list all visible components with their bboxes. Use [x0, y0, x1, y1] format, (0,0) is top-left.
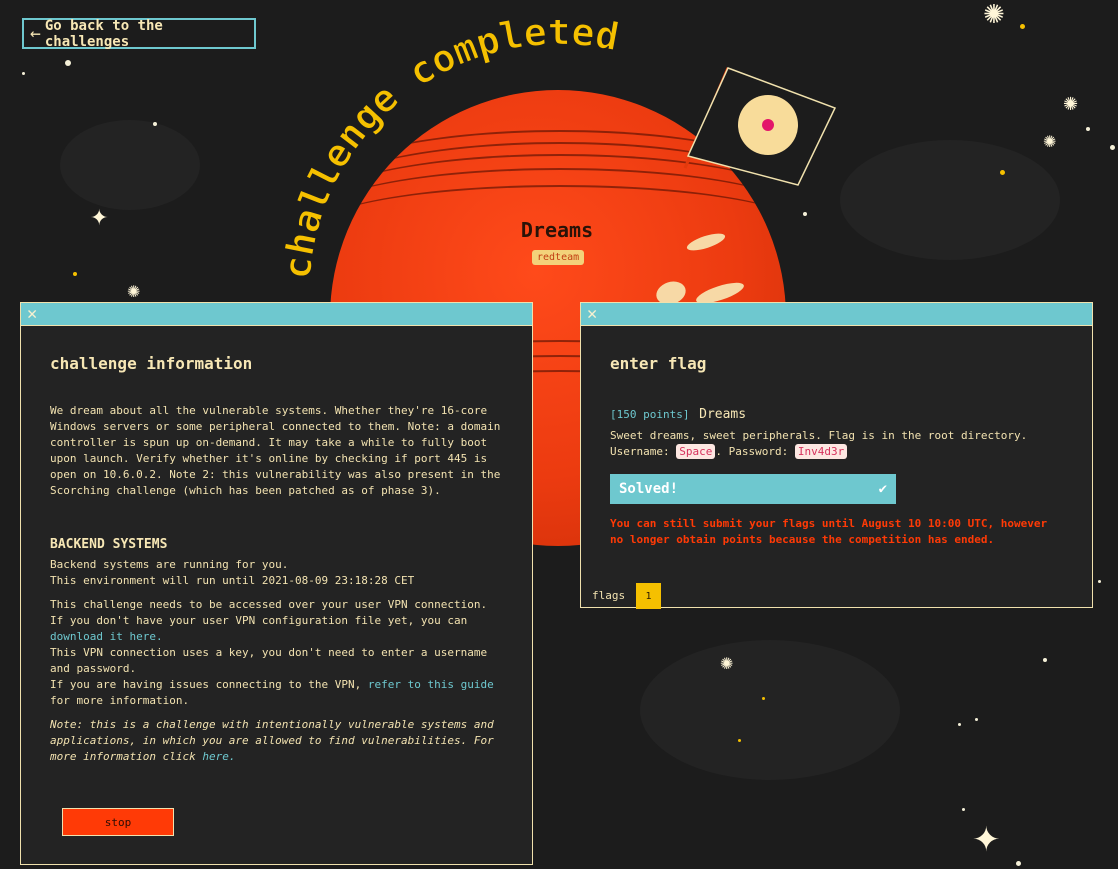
challenge-completed-banner: challenge completed [274, 20, 622, 282]
checkmark-icon: ✔ [878, 481, 887, 497]
arrow-left-icon: ← [30, 23, 41, 44]
close-icon[interactable]: ✕ [587, 304, 597, 324]
flags-count-button[interactable]: 1 [636, 583, 661, 609]
challenge-name: Dreams [699, 407, 747, 422]
challenge-information-panel: ✕ challenge information We dream about a… [20, 302, 533, 865]
backend-systems-heading: BACKEND SYSTEMS [50, 537, 168, 552]
competition-ended-warning: You can still submit your flags until Au… [610, 517, 1048, 546]
challenge-description: We dream about all the vulnerable system… [50, 404, 501, 497]
panel-title: enter flag [610, 354, 707, 373]
username-label: Username: [610, 445, 670, 458]
panel-titlebar: ✕ [21, 303, 532, 326]
flags-tab-label: flags [592, 589, 626, 602]
back-to-challenges-button[interactable]: ← Go back to the challenges [22, 17, 256, 50]
flag-description: Sweet dreams, sweet peripherals. Flag is… [610, 429, 1028, 442]
challenge-title: Dreams [520, 218, 594, 242]
vpn-guide-link[interactable]: refer to this guide [368, 678, 494, 691]
close-icon[interactable]: ✕ [27, 304, 37, 324]
vpn-text-2: If you don't have your user VPN configur… [50, 614, 468, 627]
password-label: . Password: [715, 445, 789, 458]
solved-label: Solved! [619, 481, 679, 497]
back-to-challenges-label: Go back to the challenges [44, 17, 163, 50]
points-badge: [150 points] [610, 408, 690, 421]
disclaimer-link[interactable]: here. [202, 750, 235, 763]
download-vpn-link[interactable]: download it here. [50, 630, 163, 643]
disclaimer-text: Note: this is a challenge with intention… [50, 718, 494, 763]
vpn-text-3: This VPN connection uses a key, you don'… [50, 646, 488, 675]
backend-running-text: Backend systems are running for you. [50, 558, 289, 571]
category-tag: redteam [532, 250, 585, 265]
stop-button[interactable]: stop [62, 808, 174, 836]
solved-status-bar: Solved! ✔ [610, 474, 896, 504]
backend-until-text: This environment will run until 2021-08-… [50, 574, 415, 587]
username-value: Space [676, 444, 716, 459]
panel-titlebar: ✕ [581, 303, 1092, 326]
panel-title: challenge information [50, 354, 253, 373]
password-value: Inv4d3r [794, 444, 848, 459]
flag-icon [683, 67, 837, 186]
vpn-text-4: If you are having issues connecting to t… [50, 678, 362, 691]
enter-flag-panel: ✕ enter flag [150 points] Dreams Sweet d… [580, 302, 1093, 609]
vpn-text-5: for more information. [50, 694, 190, 707]
vpn-text-1: This challenge needs to be accessed over… [50, 598, 488, 611]
